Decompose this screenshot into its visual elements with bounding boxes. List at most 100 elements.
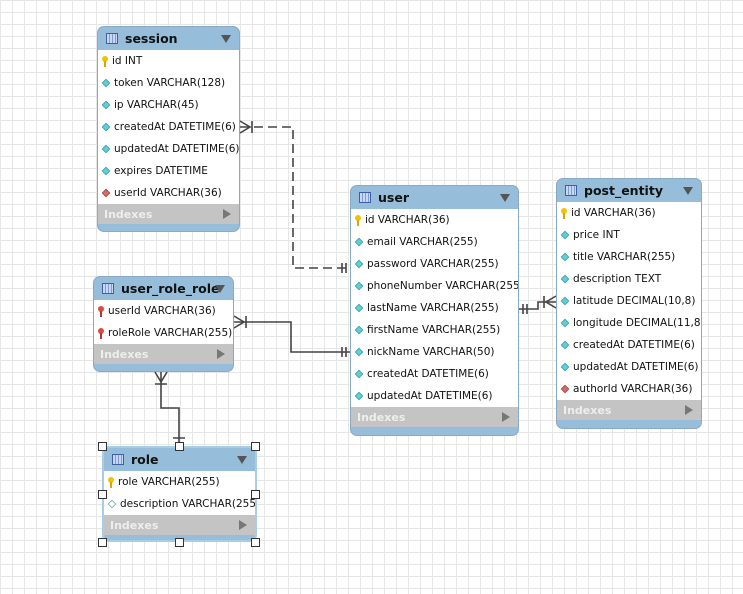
nullable-column-icon <box>107 499 117 509</box>
table-user[interactable]: user id VARCHAR(36) email VARCHAR(255) pass… <box>350 185 519 436</box>
column-diamond-icon <box>354 237 364 247</box>
column-diamond-icon <box>560 318 570 328</box>
column-label: firstName VARCHAR(255) <box>367 324 501 336</box>
column-label: description VARCHAR(255) <box>120 498 257 510</box>
column-row[interactable]: userId VARCHAR(36) <box>94 300 233 322</box>
collapse-arrow-icon[interactable] <box>215 285 225 293</box>
column-row[interactable]: createdAt DATETIME(6) <box>557 334 701 356</box>
table-user-role-role[interactable]: user_role_role userId VARCHAR(36) roleRole… <box>93 276 234 372</box>
collapse-arrow-icon[interactable] <box>500 194 510 202</box>
column-row[interactable]: id VARCHAR(36) <box>351 209 518 231</box>
column-row[interactable]: latitude DECIMAL(10,8) <box>557 290 701 312</box>
column-row[interactable]: updatedAt DATETIME(6) <box>557 356 701 378</box>
indexes-section[interactable]: Indexes <box>98 204 239 224</box>
expand-arrow-icon[interactable] <box>239 520 247 530</box>
column-row[interactable]: roleRole VARCHAR(255) <box>94 322 233 344</box>
column-row[interactable]: email VARCHAR(255) <box>351 231 518 253</box>
column-label: updatedAt DATETIME(6) <box>573 361 699 373</box>
column-diamond-icon <box>101 122 111 132</box>
column-row[interactable]: userId VARCHAR(36) <box>98 182 239 204</box>
table-name: session <box>125 31 178 46</box>
column-row[interactable]: createdAt DATETIME(6) <box>351 363 518 385</box>
column-row[interactable]: updatedAt DATETIME(6) <box>98 138 239 160</box>
column-row[interactable]: nickName VARCHAR(50) <box>351 341 518 363</box>
indexes-section[interactable]: Indexes <box>94 344 233 364</box>
table-name: post_entity <box>584 183 663 198</box>
column-row[interactable]: updatedAt DATETIME(6) <box>351 385 518 407</box>
resize-handle[interactable] <box>98 442 107 451</box>
relation-user-role-role-role-ends <box>154 371 185 439</box>
table-post-entity[interactable]: post_entityid VARCHAR(36) price INT title … <box>556 178 702 429</box>
column-row[interactable]: title VARCHAR(255) <box>557 246 701 268</box>
column-row[interactable]: lastName VARCHAR(255) <box>351 297 518 319</box>
primary-key-icon <box>102 55 108 67</box>
resize-handle[interactable] <box>251 490 260 499</box>
foreign-primary-key-icon <box>98 327 104 339</box>
expand-arrow-icon[interactable] <box>223 209 231 219</box>
table-header[interactable]: role <box>104 448 255 471</box>
column-diamond-icon <box>560 230 570 240</box>
column-diamond-icon <box>101 100 111 110</box>
expand-arrow-icon[interactable] <box>217 349 225 359</box>
column-row[interactable]: price INT <box>557 224 701 246</box>
column-row[interactable]: token VARCHAR(128) <box>98 72 239 94</box>
table-name: role <box>131 452 159 467</box>
column-row[interactable]: expires DATETIME <box>98 160 239 182</box>
table-session[interactable]: session id INT token VARCHAR(128) ip VARCHA… <box>97 26 240 232</box>
column-row[interactable]: password VARCHAR(255) <box>351 253 518 275</box>
column-row[interactable]: description VARCHAR(255) <box>104 493 255 515</box>
column-label: id VARCHAR(36) <box>365 214 450 226</box>
column-row[interactable]: description TEXT <box>557 268 701 290</box>
column-label: userId VARCHAR(36) <box>108 305 216 317</box>
column-row[interactable]: createdAt DATETIME(6) <box>98 116 239 138</box>
table-icon <box>102 283 114 294</box>
column-label: email VARCHAR(255) <box>367 236 478 248</box>
column-diamond-icon <box>101 166 111 176</box>
collapse-arrow-icon[interactable] <box>237 456 247 464</box>
indexes-section[interactable]: Indexes <box>557 400 701 420</box>
column-list: id VARCHAR(36) price INT title VARCHAR(255… <box>557 202 701 400</box>
table-role[interactable]: role role VARCHAR(255) description VARCHAR… <box>102 446 257 542</box>
table-header[interactable]: user_role_role <box>94 277 233 300</box>
indexes-section[interactable]: Indexes <box>104 515 255 535</box>
column-row[interactable]: id INT <box>98 50 239 72</box>
column-row[interactable]: authorId VARCHAR(36) <box>557 378 701 400</box>
resize-handle[interactable] <box>251 538 260 547</box>
collapse-arrow-icon[interactable] <box>221 35 231 43</box>
collapse-arrow-icon[interactable] <box>683 187 693 195</box>
column-row[interactable]: id VARCHAR(36) <box>557 202 701 224</box>
column-row[interactable]: firstName VARCHAR(255) <box>351 319 518 341</box>
table-header[interactable]: user <box>351 186 518 209</box>
column-row[interactable]: ip VARCHAR(45) <box>98 94 239 116</box>
column-row[interactable]: phoneNumber VARCHAR(255) <box>351 275 518 297</box>
column-label: role VARCHAR(255) <box>118 476 220 488</box>
column-label: password VARCHAR(255) <box>367 258 499 270</box>
expand-arrow-icon[interactable] <box>502 412 510 422</box>
column-diamond-icon <box>560 252 570 262</box>
table-name: user <box>378 190 409 205</box>
column-row[interactable]: longitude DECIMAL(11,8) <box>557 312 701 334</box>
column-label: authorId VARCHAR(36) <box>573 383 693 395</box>
indexes-label: Indexes <box>563 403 612 417</box>
indexes-section[interactable]: Indexes <box>351 407 518 427</box>
table-header[interactable]: post_entity <box>557 179 701 202</box>
resize-handle[interactable] <box>175 538 184 547</box>
resize-handle[interactable] <box>98 490 107 499</box>
indexes-label: Indexes <box>357 410 406 424</box>
column-row[interactable]: role VARCHAR(255) <box>104 471 255 493</box>
expand-arrow-icon[interactable] <box>685 405 693 415</box>
column-label: lastName VARCHAR(255) <box>367 302 499 314</box>
resize-handle[interactable] <box>175 442 184 451</box>
resize-handle[interactable] <box>251 442 260 451</box>
primary-key-icon <box>355 214 361 226</box>
table-header[interactable]: session <box>98 27 239 50</box>
relation-user-role-role-role <box>160 372 180 446</box>
table-icon <box>112 454 124 465</box>
column-diamond-icon <box>354 391 364 401</box>
table-icon <box>359 192 371 203</box>
column-diamond-icon <box>560 340 570 350</box>
resize-handle[interactable] <box>98 538 107 547</box>
column-label: nickName VARCHAR(50) <box>367 346 495 358</box>
foreign-primary-key-icon <box>98 305 104 317</box>
column-label: expires DATETIME <box>114 165 208 177</box>
